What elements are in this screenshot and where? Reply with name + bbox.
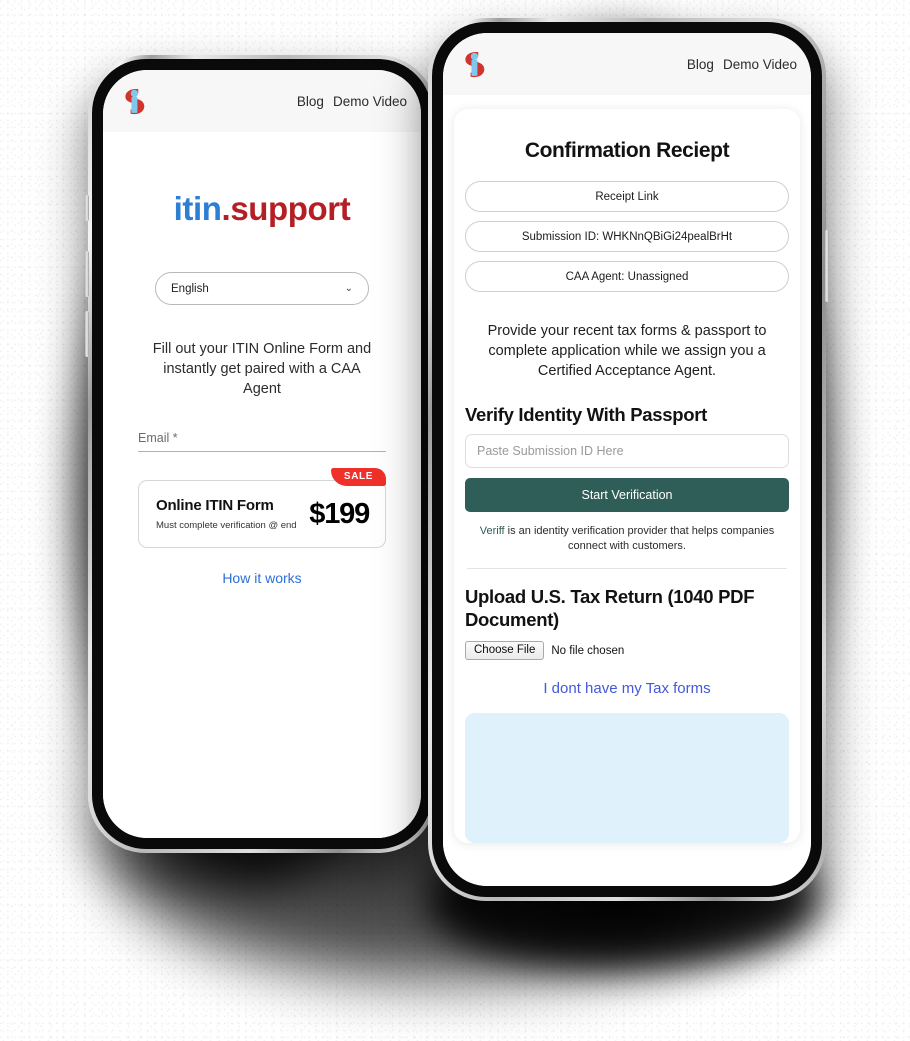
brand-part-itin: itin	[173, 190, 222, 227]
itin-support-logo-icon[interactable]	[457, 47, 491, 81]
receipt-card: Confirmation Reciept Receipt Link Submis…	[454, 109, 800, 843]
brand-part-support: .support	[221, 190, 351, 227]
phone-front-bezel: Blog Demo Video Confirmation Reciept Rec…	[432, 22, 822, 897]
receipt-link-pill[interactable]: Receipt Link	[465, 181, 789, 212]
volume-up-button[interactable]	[85, 251, 89, 297]
chevron-down-icon: ⌄	[344, 283, 353, 294]
veriff-note-text: is an identity verification provider tha…	[504, 525, 775, 552]
power-button[interactable]	[825, 230, 829, 302]
language-select[interactable]: English ⌄	[155, 272, 369, 305]
language-select-value: English	[171, 282, 209, 295]
phone-front-screen: Blog Demo Video Confirmation Reciept Rec…	[443, 33, 811, 886]
brand-wordmark: itin.support	[103, 190, 421, 228]
page-title: Confirmation Reciept	[524, 139, 730, 162]
submission-id-input-placeholder: Paste Submission ID Here	[477, 444, 624, 458]
file-status-label: No file chosen	[551, 644, 625, 657]
site-nav-front: Blog Demo Video	[443, 33, 811, 95]
landing-page-content: itin.support English ⌄ Fill out your ITI…	[103, 132, 421, 838]
volume-down-button[interactable]	[85, 311, 89, 357]
price-card[interactable]: SALE Online ITIN Form Must complete veri…	[138, 468, 386, 548]
file-upload-row[interactable]: Choose File No file chosen	[465, 639, 789, 660]
submission-id-input[interactable]: Paste Submission ID Here	[465, 434, 789, 468]
phone-back-bezel: Blog Demo Video itin.support English ⌄ F…	[92, 59, 432, 849]
receipt-page-content: Confirmation Reciept Receipt Link Submis…	[443, 95, 811, 886]
phone-device-back: Blog Demo Video itin.support English ⌄ F…	[85, 55, 436, 853]
caa-agent-pill[interactable]: CAA Agent: Unassigned	[465, 261, 789, 292]
no-tax-forms-link[interactable]: I dont have my Tax forms	[465, 660, 789, 713]
price-card-title: Online ITIN Form	[156, 497, 274, 514]
veriff-link[interactable]: Veriff	[480, 525, 505, 537]
nav-link-demo-video[interactable]: Demo Video	[333, 94, 407, 109]
email-field-label: Email *	[138, 431, 178, 445]
submission-id-pill[interactable]: Submission ID: WHKNnQBiGi24pealBrHt	[465, 221, 789, 252]
start-verification-button[interactable]: Start Verification	[465, 478, 789, 512]
site-nav-back: Blog Demo Video	[103, 70, 421, 132]
phone-device-front: Blog Demo Video Confirmation Reciept Rec…	[428, 18, 829, 901]
mute-switch-icon[interactable]	[85, 195, 89, 221]
info-panel	[465, 713, 789, 843]
price-card-text: Online ITIN Form Must complete verificat…	[156, 497, 309, 531]
how-it-works-link[interactable]: How it works	[103, 570, 421, 586]
nav-link-blog[interactable]: Blog	[687, 57, 714, 72]
landing-tagline: Fill out your ITIN Online Form and insta…	[152, 341, 372, 397]
verify-identity-heading: Verify Identity With Passport	[465, 404, 707, 425]
instructions-text: Provide your recent tax forms & passport…	[487, 323, 767, 379]
nav-link-demo-video[interactable]: Demo Video	[723, 57, 797, 72]
price-card-subtitle: Must complete verification @ end	[156, 520, 297, 531]
sale-badge: SALE	[330, 468, 386, 486]
nav-links-back: Blog Demo Video	[297, 94, 407, 109]
itin-support-logo-icon[interactable]	[117, 84, 151, 118]
upload-tax-return-heading: Upload U.S. Tax Return (1040 PDF Documen…	[465, 586, 755, 630]
choose-file-button[interactable]: Choose File	[465, 641, 545, 660]
price-card-price: $199	[309, 497, 370, 530]
nav-links-front: Blog Demo Video	[687, 57, 797, 72]
nav-link-blog[interactable]: Blog	[297, 94, 324, 109]
veriff-note: Veriff is an identity verification provi…	[465, 512, 789, 568]
phone-back-screen: Blog Demo Video itin.support English ⌄ F…	[103, 70, 421, 838]
email-field[interactable]: Email *	[138, 431, 386, 452]
